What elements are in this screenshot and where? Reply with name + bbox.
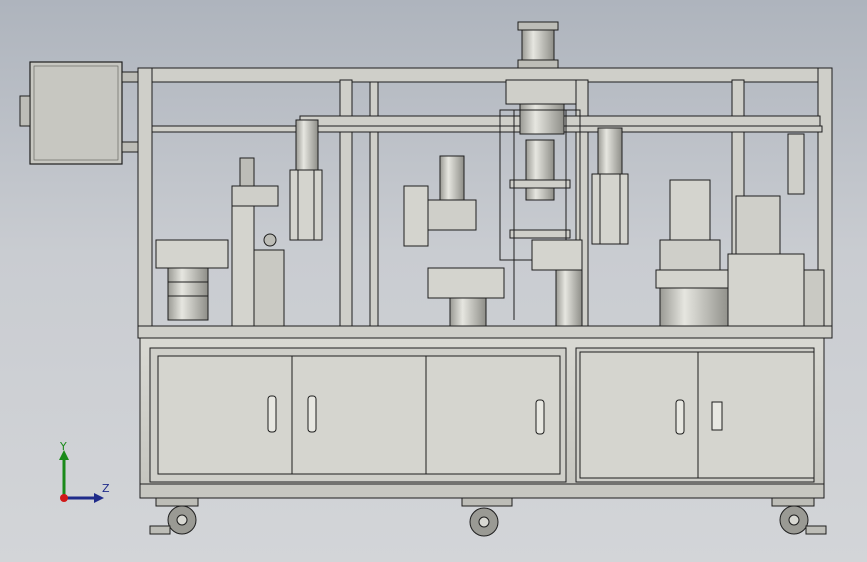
cabinet-door-4[interactable] xyxy=(579,351,699,479)
cabinet-door-3[interactable] xyxy=(425,355,561,475)
bowl-feeder-right[interactable] xyxy=(655,269,735,331)
assembly-model[interactable] xyxy=(0,0,867,562)
z-axis-label: Z xyxy=(102,482,110,495)
press-station-left[interactable] xyxy=(289,119,323,241)
orientation-triad: Y Z xyxy=(52,440,122,510)
bowl-feeder-center[interactable] xyxy=(427,239,583,333)
caster-center[interactable] xyxy=(461,497,513,537)
electrical-control-box[interactable] xyxy=(19,61,139,165)
cabinet-door-2[interactable] xyxy=(291,355,427,475)
press-station-right[interactable] xyxy=(591,127,629,245)
left-feed-tower[interactable] xyxy=(231,157,285,331)
frame-base xyxy=(139,483,825,499)
cabinet-door-5[interactable] xyxy=(697,351,815,479)
x-axis-origin-icon xyxy=(60,494,68,502)
work-table-plate[interactable] xyxy=(137,325,833,339)
caster-left[interactable] xyxy=(149,497,199,535)
cad-viewport[interactable]: Y Z xyxy=(0,0,867,562)
bowl-feeder-left[interactable] xyxy=(155,239,229,321)
caster-right[interactable] xyxy=(771,497,827,535)
y-axis-label: Y xyxy=(60,440,67,453)
cabinet-door-1[interactable] xyxy=(157,355,293,475)
press-station-mid[interactable] xyxy=(403,155,477,247)
